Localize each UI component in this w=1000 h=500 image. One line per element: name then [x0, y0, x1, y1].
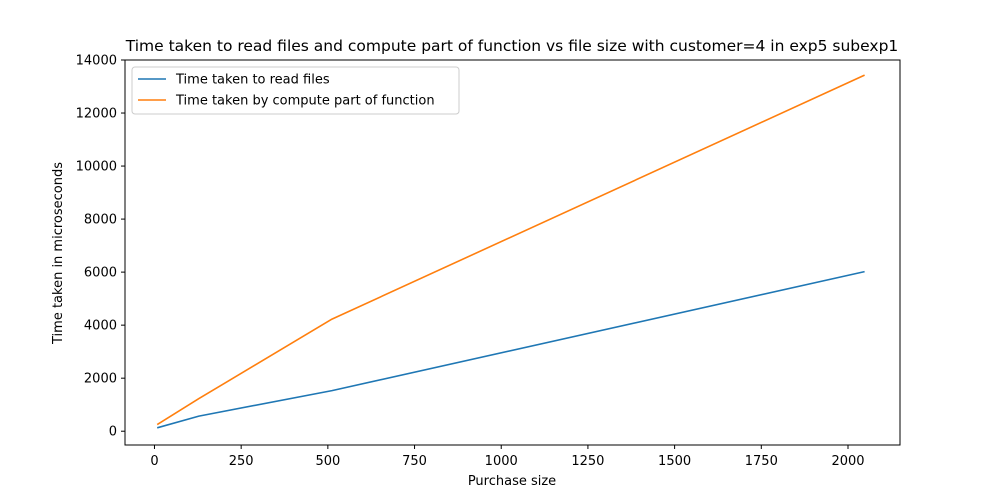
legend-label-2: Time taken by compute part of function: [175, 94, 435, 109]
x-tick-label: 1000: [485, 454, 518, 469]
series-line-2: [156, 74, 865, 426]
y-tick-label: 2000: [84, 372, 117, 387]
plot-frame: [124, 59, 901, 446]
x-axis: 0 250 500 750 1000 1250 1500 1750 2000: [150, 445, 865, 469]
y-tick-label: 12000: [76, 107, 117, 122]
x-tick-label: 2000: [831, 454, 864, 469]
y-tick-label: 14000: [76, 54, 117, 69]
x-tick-label: 750: [402, 454, 427, 469]
series-layer: [156, 74, 865, 429]
line-chart: Time taken to read files and compute par…: [51, 37, 901, 489]
y-tick-label: 6000: [84, 266, 117, 281]
x-tick-label: 250: [229, 454, 254, 469]
y-tick-label: 10000: [76, 160, 117, 175]
x-tick-label: 0: [150, 454, 158, 469]
x-tick-label: 1750: [745, 454, 778, 469]
series-line-1: [156, 270, 865, 429]
chart-title: Time taken to read files and compute par…: [125, 37, 899, 55]
x-tick-label: 1500: [658, 454, 691, 469]
x-tick-label: 1250: [571, 454, 604, 469]
y-tick-label: 4000: [84, 319, 117, 334]
y-axis: 0 2000 4000 6000 8000 10000 12000 14000: [76, 54, 125, 440]
x-axis-label: Purchase size: [468, 474, 556, 489]
x-tick-label: 500: [315, 454, 340, 469]
y-axis-label: Time taken in microseconds: [51, 162, 66, 345]
y-tick-label: 0: [109, 425, 117, 440]
legend: Time taken to read files Time taken by co…: [131, 66, 460, 115]
legend-label-1: Time taken to read files: [175, 73, 330, 88]
y-tick-label: 8000: [84, 213, 117, 228]
